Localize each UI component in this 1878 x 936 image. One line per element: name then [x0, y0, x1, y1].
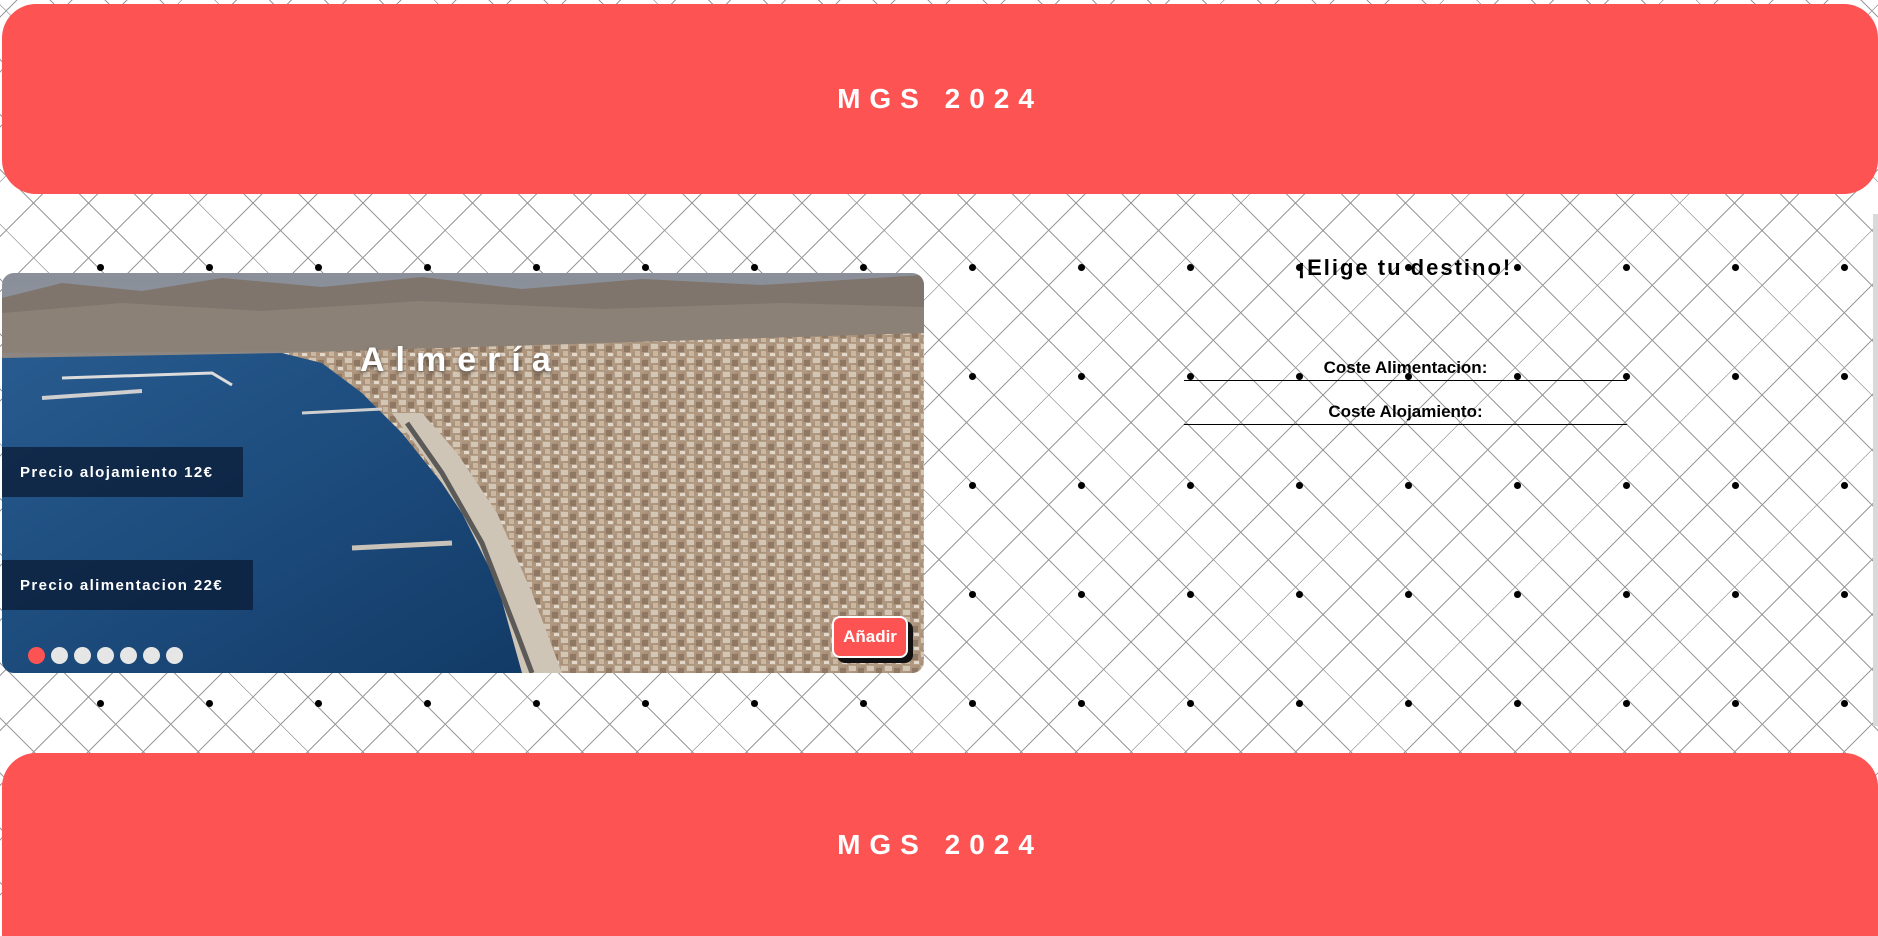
accommodation-price: Precio alojamiento 12€ [2, 447, 243, 497]
carousel-dot-1[interactable] [28, 647, 45, 664]
food-price: Precio alimentacion 22€ [2, 560, 253, 610]
destination-name: Almería [360, 341, 562, 379]
scrollbar[interactable] [1873, 214, 1878, 726]
choose-destination-title: ¡Elige tu destino! [1297, 255, 1513, 280]
footer-title: MGS 2024 [837, 828, 1043, 860]
carousel-dot-5[interactable] [120, 647, 137, 664]
destination-carousel[interactable]: Almería Precio alojamiento 12€ Precio al… [2, 273, 924, 673]
lodging-cost-field: Coste Alojamiento: [1184, 402, 1627, 425]
carousel-dot-4[interactable] [97, 647, 114, 664]
carousel-dot-3[interactable] [74, 647, 91, 664]
carousel-dot-7[interactable] [166, 647, 183, 664]
add-button[interactable]: Añadir [832, 616, 908, 658]
carousel-dot-6[interactable] [143, 647, 160, 664]
top-banner: MGS 2024 [2, 4, 1878, 194]
bottom-banner: MGS 2024 [2, 753, 1878, 936]
header-title: MGS 2024 [837, 83, 1043, 114]
carousel-indicators [28, 647, 183, 664]
carousel-dot-2[interactable] [51, 647, 68, 664]
food-cost-field: Coste Alimentacion: [1184, 358, 1627, 381]
